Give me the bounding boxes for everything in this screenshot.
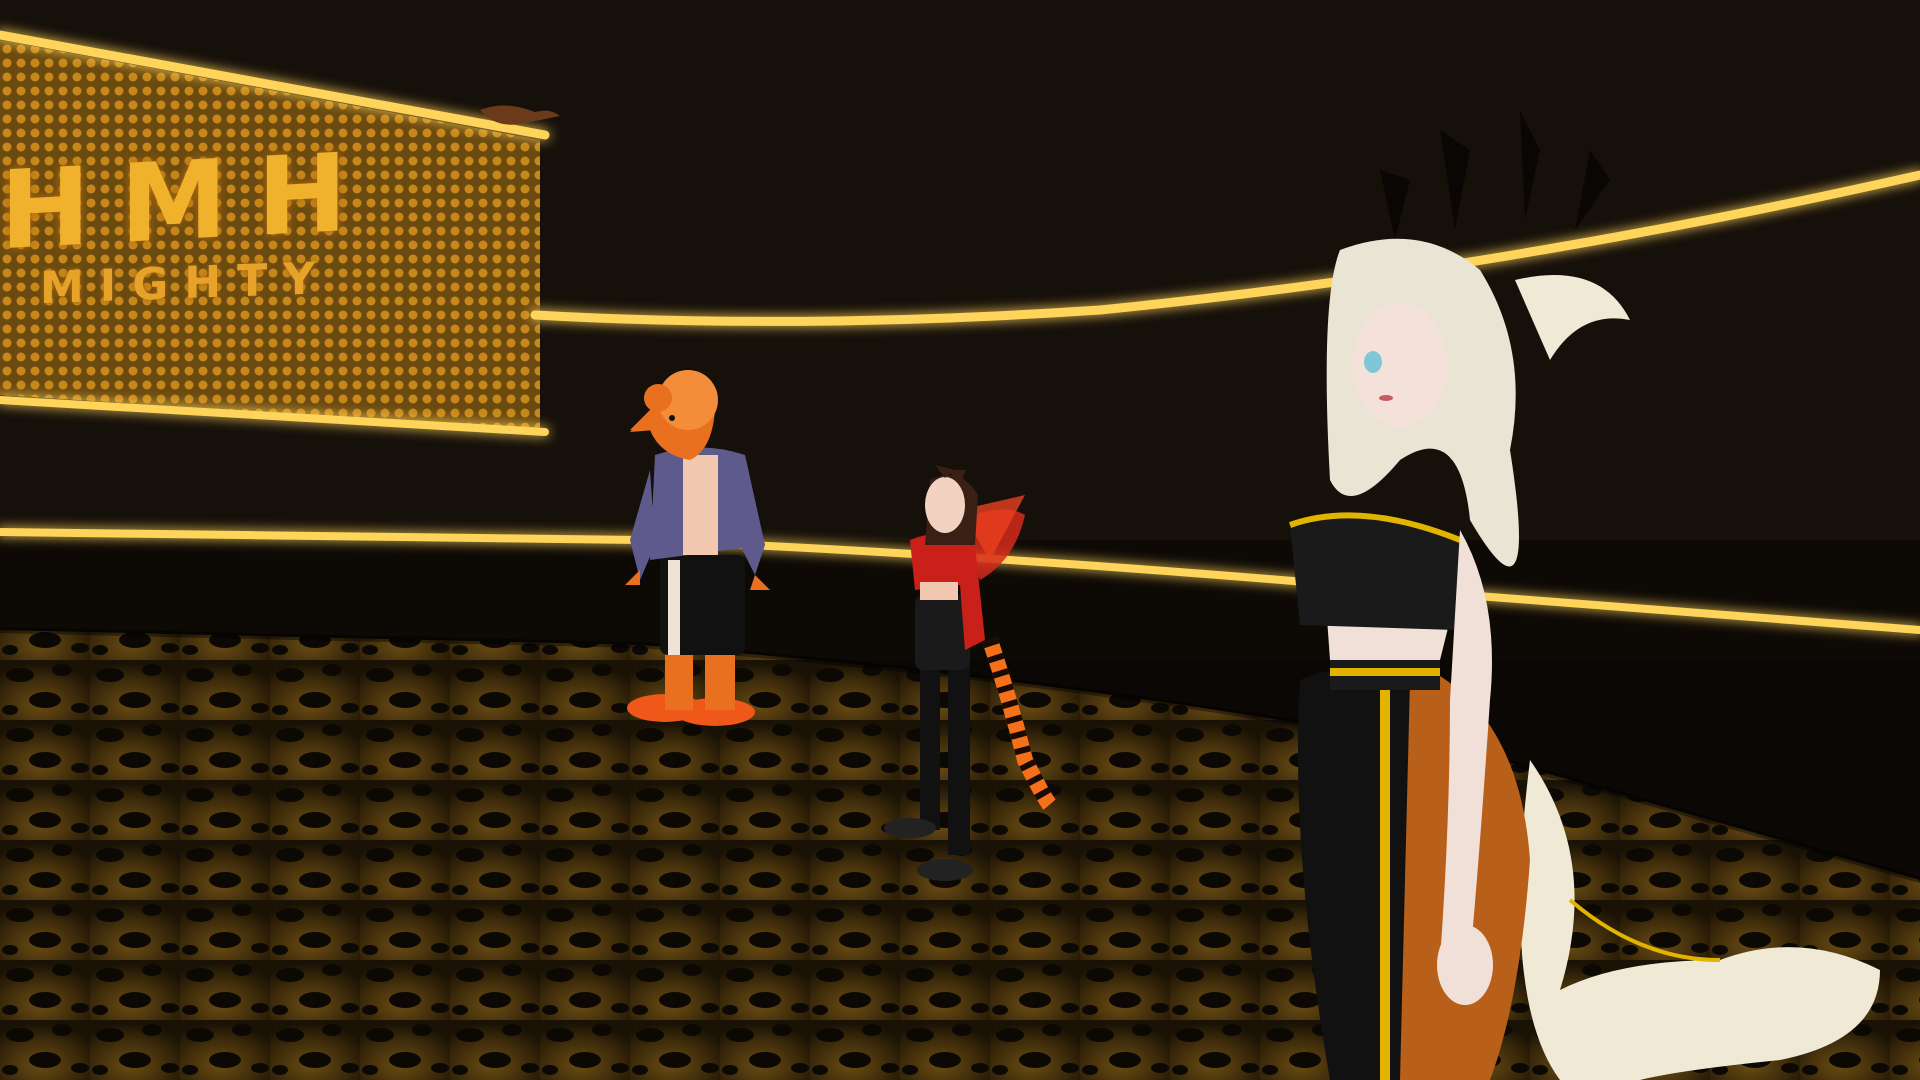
sign-wordmark: MIGHTY bbox=[40, 252, 331, 315]
sign-logo-mark: H M H bbox=[0, 130, 352, 275]
vr-world-viewport[interactable]: H M H MIGHTY bbox=[0, 0, 1920, 1080]
